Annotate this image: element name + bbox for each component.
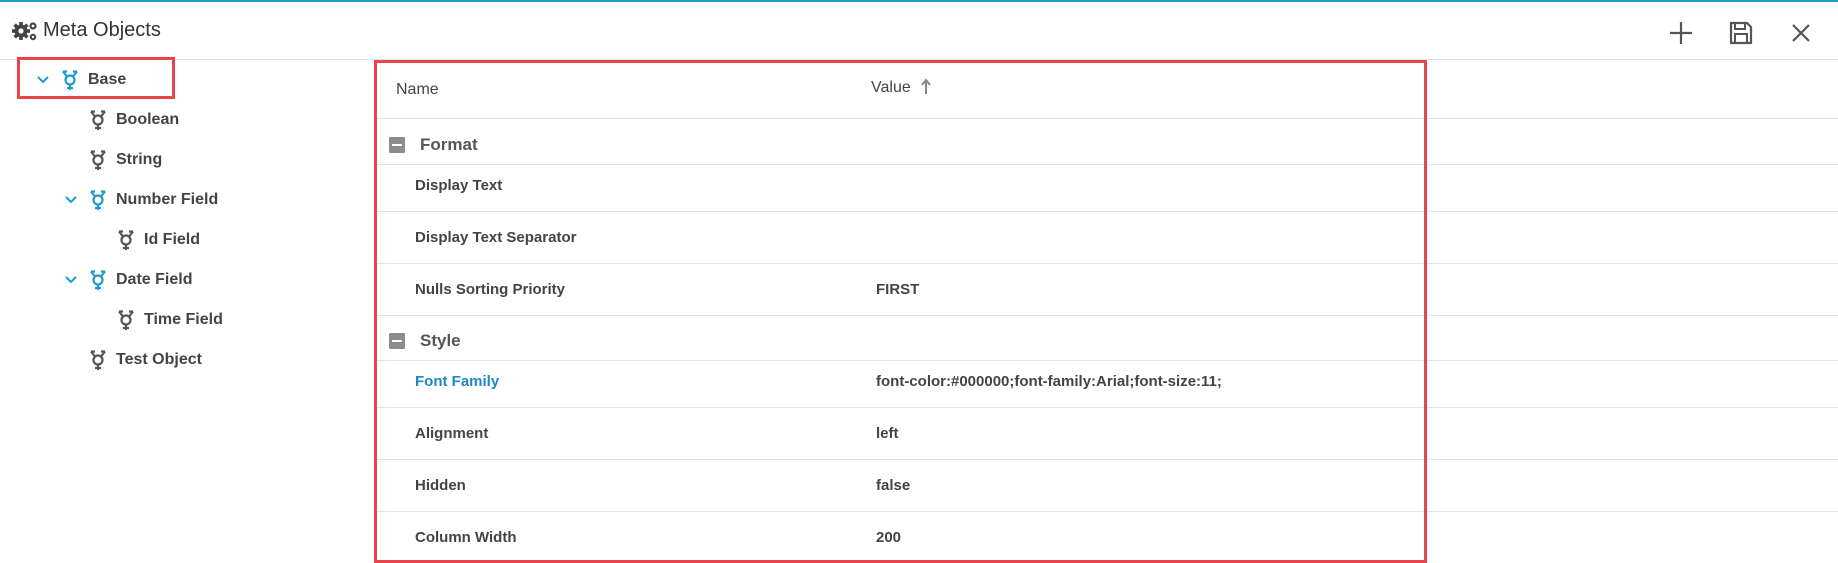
- meta-object-icon: [90, 110, 106, 130]
- chevron-down-icon[interactable]: [64, 273, 78, 287]
- meta-object-icon: [62, 70, 78, 90]
- tree-item-label: String: [116, 151, 163, 168]
- tree-item-base[interactable]: Base: [36, 66, 126, 94]
- tree-item-time-field[interactable]: Time Field: [116, 306, 223, 334]
- plus-icon: [1670, 22, 1692, 44]
- tree-item-label: Time Field: [144, 311, 223, 328]
- gears-icon: [12, 19, 40, 43]
- meta-object-icon: [90, 190, 106, 210]
- header-bar: Meta Objects: [0, 2, 1838, 60]
- chevron-down-icon[interactable]: [36, 73, 50, 87]
- tree-item-id-field[interactable]: Id Field: [116, 226, 200, 254]
- add-button[interactable]: [1664, 16, 1698, 50]
- tree-item-string[interactable]: String: [88, 146, 162, 174]
- grid-highlight-box: [374, 60, 1427, 563]
- tree-item-number-field[interactable]: Number Field: [64, 186, 218, 214]
- tree-item-label: Base: [88, 71, 127, 88]
- save-button[interactable]: [1724, 16, 1758, 50]
- tree-item-test-object[interactable]: Test Object: [88, 346, 202, 374]
- tree-item-label: Test Object: [116, 351, 202, 368]
- tree-item-label: Number Field: [116, 191, 219, 208]
- close-button[interactable]: [1784, 16, 1818, 50]
- page-title: Meta Objects: [43, 19, 161, 41]
- tree-item-boolean[interactable]: Boolean: [88, 106, 179, 134]
- tree-item-label: Id Field: [144, 231, 200, 248]
- meta-object-icon: [118, 310, 134, 330]
- meta-object-icon: [90, 350, 106, 370]
- close-icon: [1792, 24, 1810, 42]
- meta-object-icon: [118, 230, 134, 250]
- meta-object-icon: [90, 270, 106, 290]
- tree-item-label: Boolean: [116, 111, 180, 128]
- tree-item-date-field[interactable]: Date Field: [64, 266, 192, 294]
- floppy-disk-icon: [1729, 21, 1753, 45]
- chevron-down-icon[interactable]: [64, 193, 78, 207]
- meta-object-icon: [90, 150, 106, 170]
- tree-item-label: Date Field: [116, 271, 193, 288]
